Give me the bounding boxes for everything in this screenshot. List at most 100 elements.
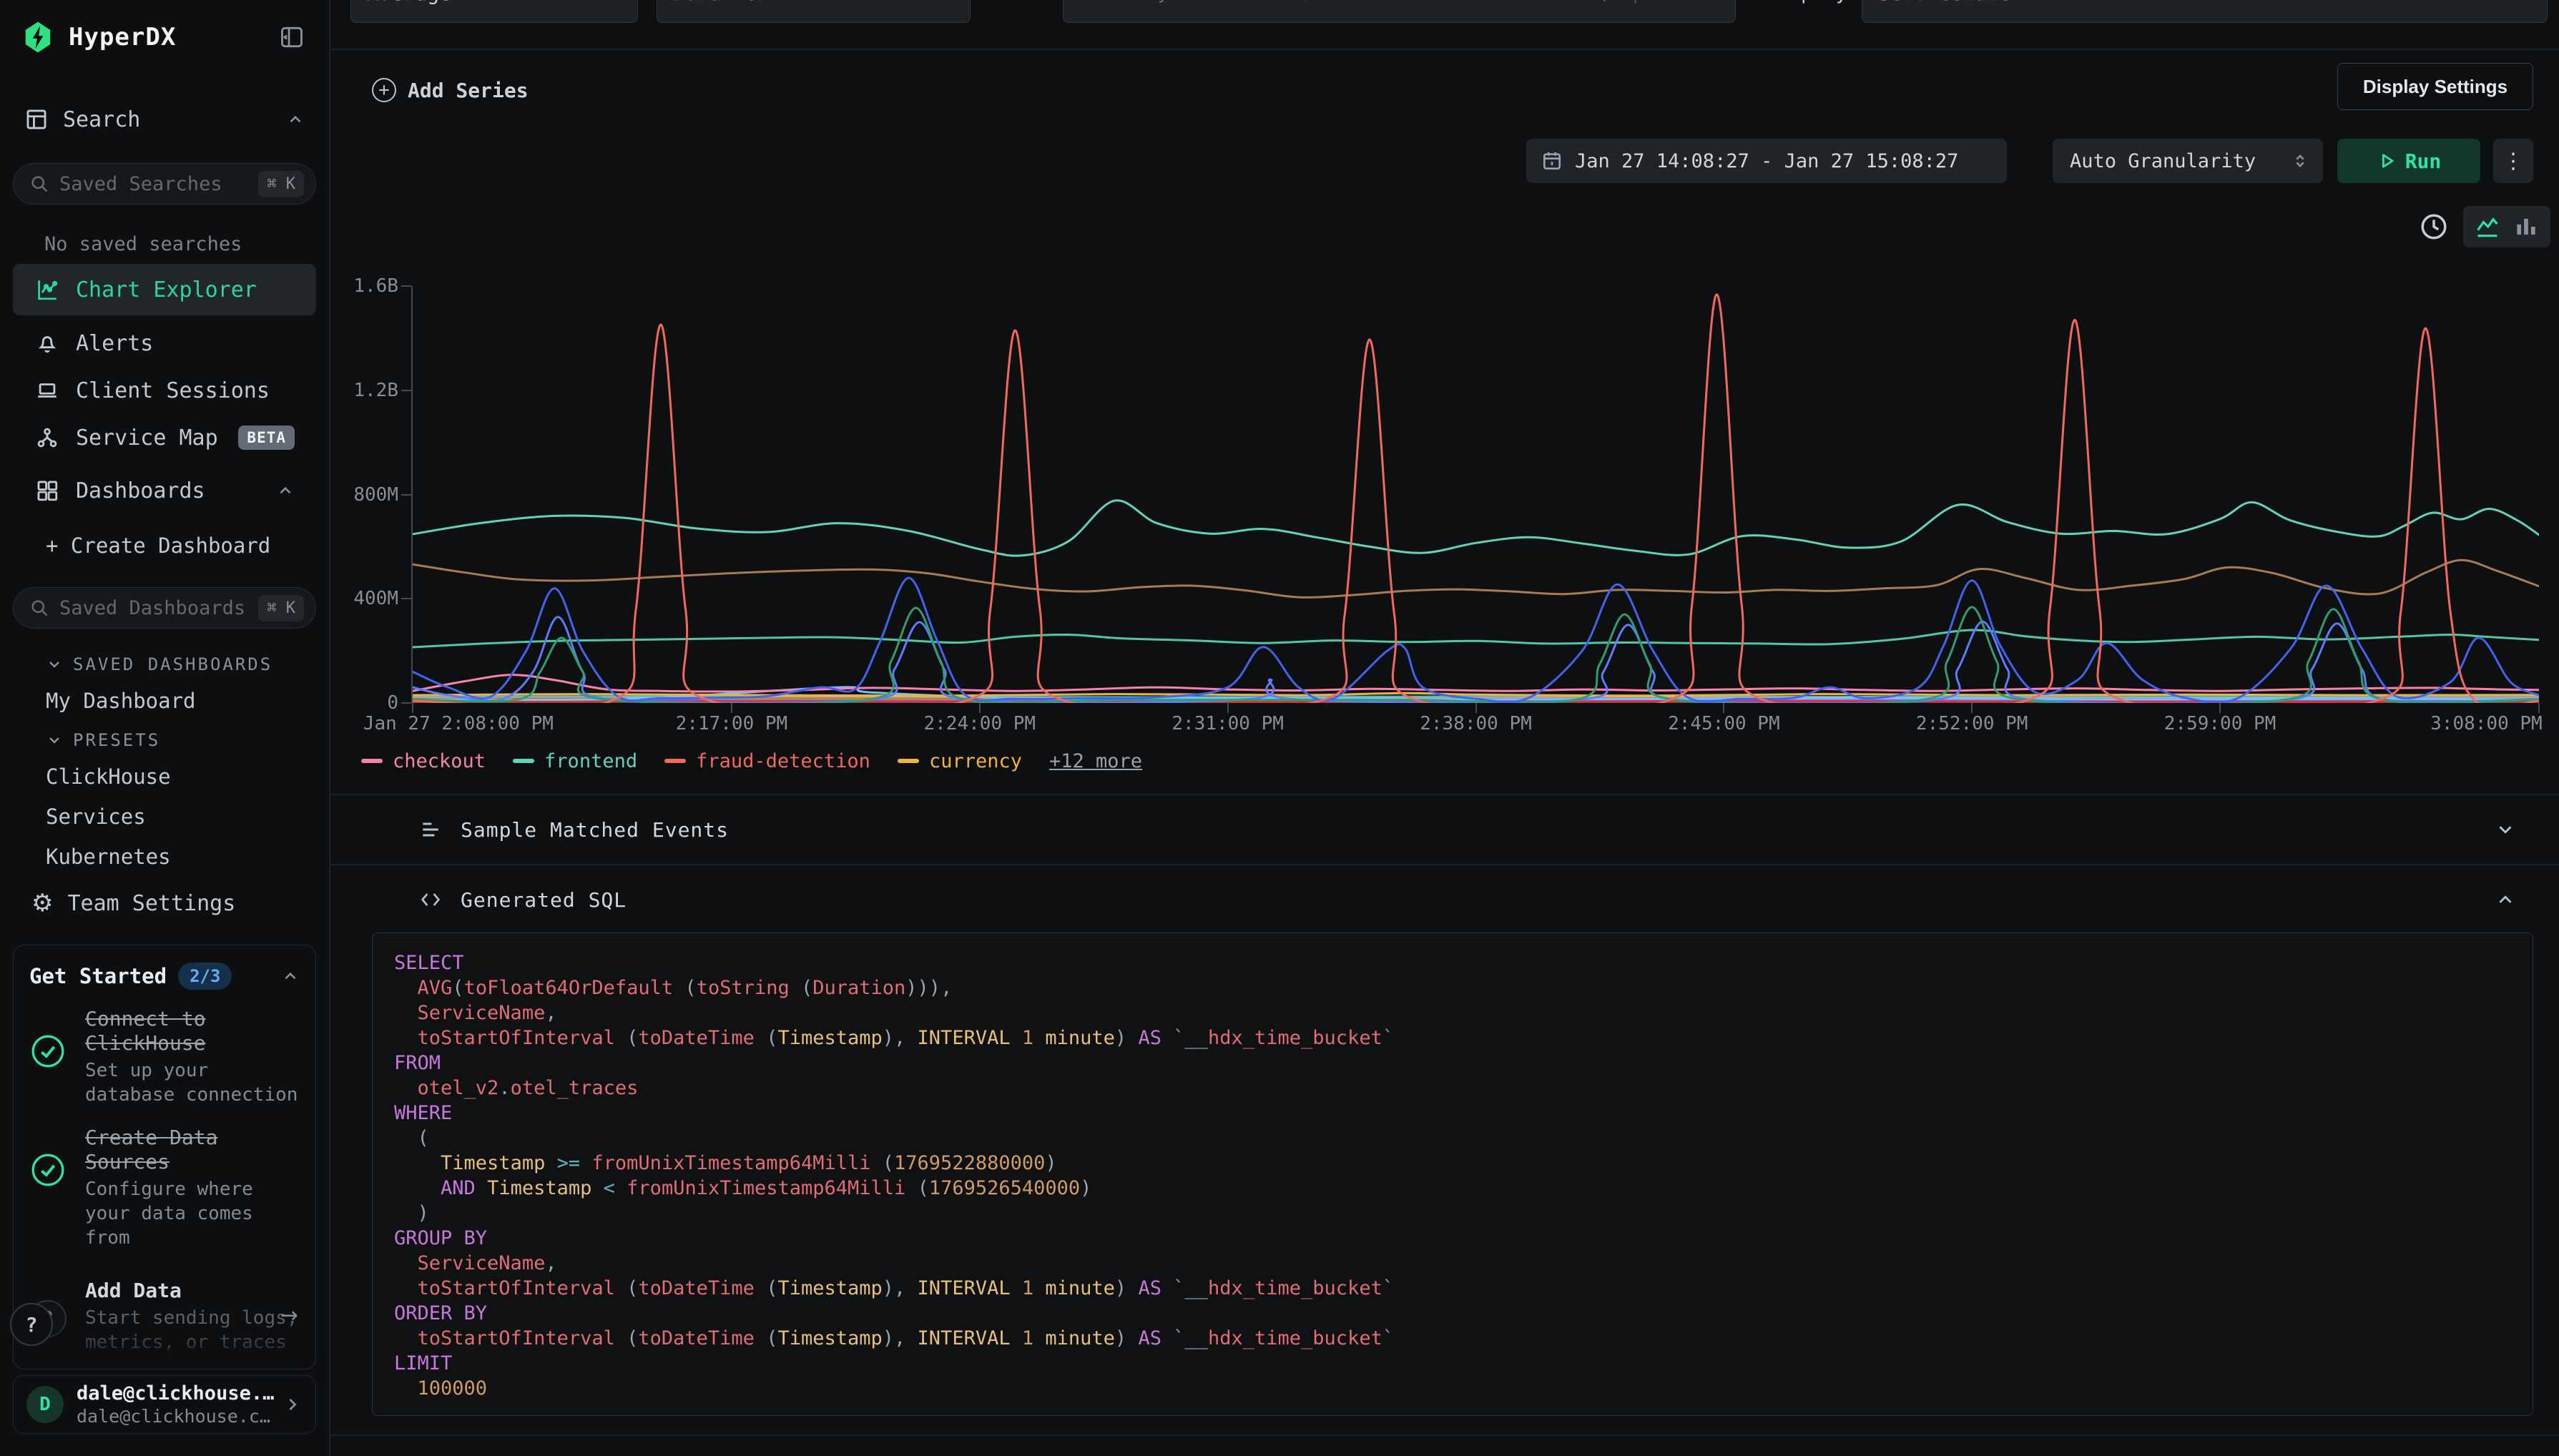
- display-settings-button[interactable]: Display Settings: [2337, 63, 2533, 110]
- chevron-up-icon[interactable]: [2450, 889, 2516, 910]
- section-title: Generated SQL: [461, 888, 627, 912]
- saved-searches-input[interactable]: ⌘ K: [13, 163, 316, 205]
- x-tick-label: 2:17:00 PM: [676, 713, 788, 734]
- run-label: Run: [2405, 149, 2442, 173]
- generated-sql-header[interactable]: Generated SQL: [330, 865, 2559, 934]
- x-tick-mark: [412, 703, 413, 713]
- chevron-up-icon[interactable]: [281, 967, 300, 985]
- x-tick-mark: [1971, 703, 1973, 713]
- get-started-step-connect[interactable]: Connect to ClickHouse Set up your databa…: [29, 1007, 300, 1107]
- sidebar-item-chart-explorer[interactable]: Chart Explorer: [13, 264, 316, 315]
- x-tick-label: 2:24:00 PM: [924, 713, 1036, 734]
- sidebar-item-team-settings[interactable]: ⚙ Team Settings: [13, 880, 316, 926]
- y-tick-mark: [401, 598, 411, 599]
- search-query-input[interactable]: SQL | Lucene: [1063, 0, 1736, 23]
- sample-matched-events-header[interactable]: Sample Matched Events: [330, 795, 2559, 864]
- search-window-icon: [24, 107, 49, 132]
- shortcut-badge: ⌘ K: [258, 595, 304, 621]
- chevron-down-icon: [46, 732, 63, 749]
- chart-area[interactable]: 0400M800M1.2B1.6BJan 27 2:08:00 PM2:17:0…: [411, 286, 2538, 703]
- field-input[interactable]: Duration: [657, 0, 971, 23]
- step-description: Configure where your data comes from: [85, 1177, 300, 1250]
- sidebar-item-label: Alerts: [76, 331, 153, 356]
- sidebar-item-preset-services[interactable]: Services: [46, 805, 329, 829]
- sidebar: HyperDX Search ⌘ K No saved searches: [0, 0, 330, 1456]
- date-range-picker[interactable]: Jan 27 14:08:27 - Jan 27 15:08:27: [1526, 139, 2007, 183]
- create-dashboard-button[interactable]: + Create Dashboard: [13, 526, 316, 566]
- saved-searches-field[interactable]: [59, 173, 258, 195]
- sql-line: toStartOfInterval (toDateTime (Timestamp…: [394, 1326, 2511, 1351]
- mode-sql-label[interactable]: SQL: [1585, 0, 1619, 4]
- legend-series-label: checkout: [393, 750, 486, 772]
- legend-item[interactable]: fraud-detection: [664, 750, 870, 772]
- bar-chart-icon[interactable]: [2513, 213, 2540, 240]
- run-button[interactable]: Run: [2337, 139, 2480, 183]
- line-chart-icon[interactable]: [2474, 213, 2501, 240]
- saved-dashboards-input[interactable]: ⌘ K: [13, 587, 316, 629]
- user-account-button[interactable]: D dale@clickhouse.… dale@clickhouse.c…: [13, 1375, 316, 1434]
- x-tick-label: 3:08:00 PM: [2430, 713, 2543, 734]
- where-label: WHERE: [994, 0, 1052, 23]
- y-tick-mark: [401, 494, 411, 496]
- legend-item[interactable]: frontend: [513, 750, 637, 772]
- sidebar-item-service-map[interactable]: Service Map BETA: [13, 414, 316, 461]
- legend-series-dash: [513, 759, 534, 763]
- sidebar-collapse-icon[interactable]: [276, 21, 308, 53]
- group-by-input[interactable]: ServiceName: [1862, 0, 2548, 23]
- legend-item[interactable]: checkout: [361, 750, 486, 772]
- series-line: [413, 607, 2539, 703]
- avatar: D: [26, 1386, 64, 1423]
- chevron-up-icon[interactable]: [286, 110, 305, 129]
- y-tick-mark: [401, 390, 411, 391]
- sidebar-item-alerts[interactable]: Alerts: [13, 320, 316, 367]
- get-started-header[interactable]: Get Started 2/3: [29, 963, 300, 990]
- get-started-card: Get Started 2/3 Connect to ClickHouse Se…: [13, 945, 316, 1369]
- generated-sql-block[interactable]: SELECT AVG(toFloat64OrDefault (toString …: [372, 933, 2533, 1416]
- laptop-icon: [34, 378, 60, 403]
- get-started-step-add-data[interactable]: 3 Add Data Start sending logs, metrics, …: [29, 1279, 300, 1354]
- hyperdx-logo-icon: [21, 21, 54, 54]
- saved-dashboards-field[interactable]: [59, 597, 258, 619]
- chevron-down-icon[interactable]: [2450, 819, 2516, 840]
- sql-line: toStartOfInterval (toDateTime (Timestamp…: [394, 1276, 2511, 1301]
- y-tick-mark: [401, 285, 411, 287]
- sidebar-item-my-dashboard[interactable]: My Dashboard: [46, 689, 329, 713]
- sidebar-item-preset-clickhouse[interactable]: ClickHouse: [46, 764, 329, 789]
- query-mode-toggle[interactable]: SQL | Lucene: [1585, 0, 1719, 4]
- chevron-up-icon[interactable]: [276, 481, 295, 500]
- x-tick-label: Jan 27 2:08:00 PM: [363, 713, 554, 734]
- arrow-right-icon[interactable]: →: [280, 1303, 298, 1328]
- legend-item[interactable]: currency: [898, 750, 1022, 772]
- saved-dashboards-section-header[interactable]: SAVED DASHBOARDS: [46, 654, 329, 674]
- granularity-select[interactable]: Auto Granularity: [2053, 139, 2323, 183]
- presets-section-header[interactable]: PRESETS: [46, 730, 329, 750]
- x-tick-label: 2:38:00 PM: [1420, 713, 1532, 734]
- help-button[interactable]: ?: [10, 1303, 53, 1346]
- x-tick-mark: [1723, 703, 1724, 713]
- legend-more-link[interactable]: +12 more: [1049, 750, 1142, 772]
- progress-badge: 2/3: [178, 963, 232, 990]
- sidebar-item-preset-kubernetes[interactable]: Kubernetes: [46, 845, 329, 869]
- mode-lucene-label[interactable]: Lucene: [1652, 0, 1719, 4]
- kebab-icon: ⋮: [2502, 149, 2524, 174]
- sidebar-item-dashboards[interactable]: Dashboards: [13, 467, 316, 514]
- clock-icon[interactable]: [2419, 212, 2449, 242]
- x-tick-label: 2:31:00 PM: [1172, 713, 1284, 734]
- more-options-button[interactable]: ⋮: [2493, 139, 2533, 183]
- sidebar-item-search[interactable]: Search: [0, 97, 329, 142]
- sidebar-item-client-sessions[interactable]: Client Sessions: [13, 367, 316, 414]
- sql-line: AND Timestamp < fromUnixTimestamp64Milli…: [394, 1176, 2511, 1201]
- aggregation-select[interactable]: Average: [350, 0, 638, 23]
- step-title: Connect to ClickHouse: [85, 1007, 300, 1056]
- legend-items: checkout frontend fraud-detection currency: [361, 750, 1022, 772]
- preset-link-label: ClickHouse: [46, 764, 171, 789]
- search-query-field[interactable]: [1079, 0, 1573, 4]
- add-series-button[interactable]: + Add Series: [372, 67, 529, 113]
- step-title: Add Data: [85, 1279, 300, 1303]
- get-started-step-sources[interactable]: Create Data Sources Configure where your…: [29, 1126, 300, 1250]
- question-icon: ?: [26, 1313, 38, 1337]
- sidebar-item-label: Team Settings: [67, 891, 235, 916]
- step-title: Create Data Sources: [85, 1126, 300, 1174]
- sidebar-item-label: Service Map: [76, 426, 218, 451]
- code-icon: [375, 888, 442, 911]
